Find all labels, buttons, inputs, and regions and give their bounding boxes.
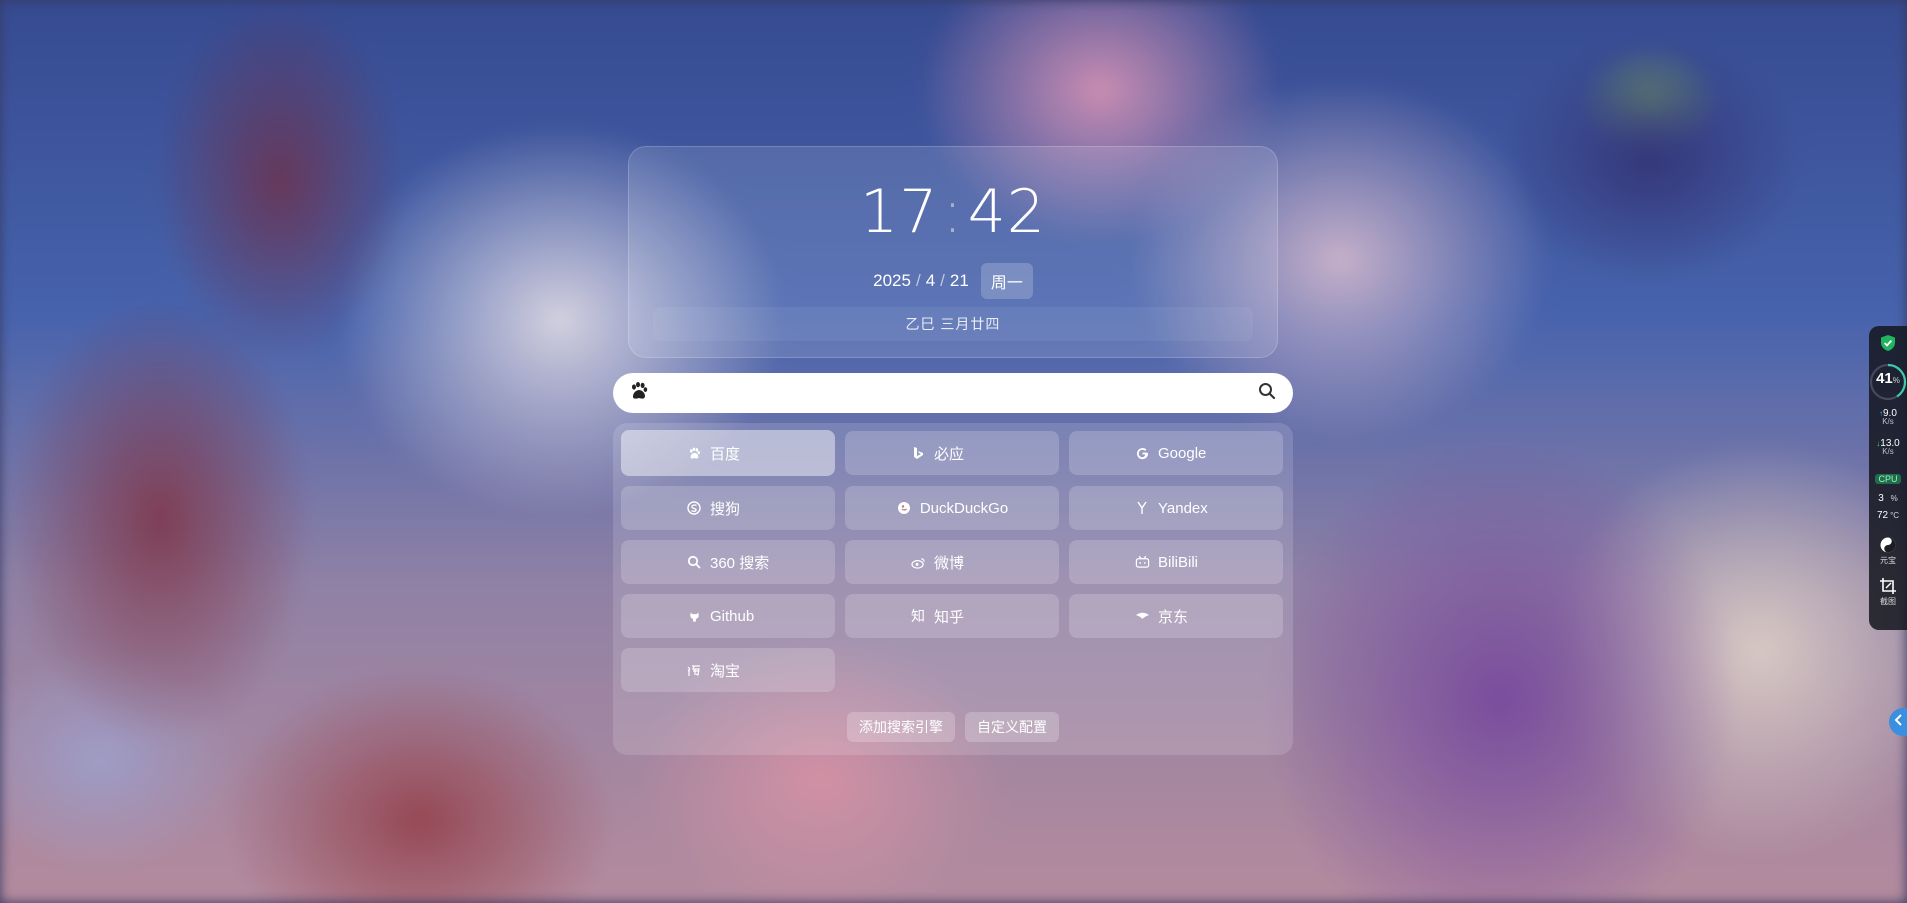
- search-bar: [613, 373, 1293, 413]
- engine-label: 知乎: [934, 608, 965, 626]
- screenshot-tool[interactable]: 截图: [1869, 577, 1907, 607]
- search-input[interactable]: [665, 373, 1241, 413]
- system-monitor-widget: 41% ↑9.0 K/s ↓13.0 K/s CPU 3 % 72 °C 元宝 截…: [1869, 326, 1907, 630]
- clock-minutes: 42: [967, 177, 1046, 247]
- engine-label: 京东: [1158, 608, 1189, 626]
- engine-taobao[interactable]: 淘宝: [621, 648, 835, 692]
- chevron-left-icon: [1893, 713, 1903, 732]
- screenshot-label: 截图: [1880, 597, 1896, 606]
- engine-360[interactable]: 360 搜索: [621, 540, 835, 584]
- engine-yandex[interactable]: Yandex: [1069, 486, 1283, 530]
- engine-label: DuckDuckGo: [919, 499, 1009, 517]
- engine-label: Google: [1158, 444, 1207, 462]
- memory-value: 41%: [1869, 370, 1907, 387]
- date-month: 4: [925, 271, 936, 290]
- date-day: 21: [949, 271, 969, 290]
- search-submit-button[interactable]: [1241, 373, 1293, 413]
- baidu-paw-icon: [686, 445, 702, 461]
- duckduckgo-icon: [896, 500, 912, 516]
- cpu-temp: 72 °C: [1869, 510, 1907, 521]
- engine-label: 必应: [934, 445, 965, 463]
- download-speed-unit: K/s: [1882, 447, 1894, 456]
- jd-icon: [1134, 608, 1150, 624]
- engine-label: 搜狗: [710, 500, 741, 518]
- engine-label: BiliBili: [1158, 553, 1199, 571]
- zhihu-icon: 知: [911, 609, 925, 625]
- panel-actions: 添加搜索引擎 自定义配置: [613, 712, 1293, 742]
- download-speed: ↓13.0 K/s: [1869, 438, 1907, 456]
- engine-label: 360 搜索: [710, 554, 770, 572]
- bing-icon: [910, 445, 926, 461]
- lunar-date: 乙巳 三月廿四: [653, 307, 1253, 341]
- engine-label: 微博: [934, 554, 965, 572]
- engine-zhihu[interactable]: 知 知乎: [845, 594, 1059, 638]
- security-shield-icon[interactable]: [1869, 334, 1907, 355]
- engine-bilibili[interactable]: BiliBili: [1069, 540, 1283, 584]
- sogou-icon: [686, 500, 702, 516]
- memory-percent: 41: [1876, 370, 1893, 387]
- google-icon: [1134, 445, 1150, 461]
- cpu-temp-unit: °C: [1890, 511, 1900, 520]
- cpu-label: CPU: [1869, 474, 1907, 485]
- date-text: 2025/4/21: [873, 271, 969, 291]
- engine-label: Yandex: [1158, 499, 1208, 517]
- engine-sogou[interactable]: 搜狗: [621, 486, 835, 530]
- engine-switch-button[interactable]: [613, 373, 665, 413]
- baidu-paw-icon: [629, 381, 649, 406]
- yuanbao-tool[interactable]: 元宝: [1869, 536, 1907, 566]
- engine-jd[interactable]: 京东: [1069, 594, 1283, 638]
- date-row: 2025/4/21 周一: [629, 263, 1277, 299]
- taobao-icon: [686, 662, 702, 678]
- memory-unit: %: [1892, 376, 1900, 385]
- engine-label: 百度: [710, 445, 741, 463]
- engine-duckduckgo[interactable]: DuckDuckGo: [845, 486, 1059, 530]
- weekday-badge: 周一: [980, 263, 1033, 299]
- date-year: 2025: [873, 271, 911, 290]
- upload-speed: ↑9.0 K/s: [1869, 408, 1907, 426]
- add-engine-button[interactable]: 添加搜索引擎: [847, 712, 955, 742]
- yandex-icon: [1134, 500, 1150, 516]
- clock-card: 17:42 2025/4/21 周一 乙巳 三月廿四: [628, 146, 1278, 358]
- date-separator: /: [915, 271, 921, 290]
- engine-weibo[interactable]: 微博: [845, 540, 1059, 584]
- github-icon: [686, 608, 702, 624]
- date-separator: /: [940, 271, 945, 290]
- clock-hours: 17: [860, 177, 939, 247]
- cpu-usage-unit: %: [1890, 494, 1898, 503]
- cpu-temp-value: 72: [1876, 510, 1889, 521]
- weibo-icon: [910, 554, 926, 570]
- clock-colon: :: [942, 177, 964, 247]
- cpu-usage-value: 3: [1878, 493, 1884, 504]
- engine-github[interactable]: Github: [621, 594, 835, 638]
- engine-baidu[interactable]: 百度: [621, 430, 835, 476]
- upload-speed-unit: K/s: [1882, 417, 1894, 426]
- yuanbao-label: 元宝: [1880, 556, 1896, 565]
- engine-panel: 百度 必应 Google 搜狗 DuckDuckGo Yandex 360 搜索…: [613, 423, 1293, 755]
- engine-label: Github: [710, 607, 755, 625]
- custom-config-button[interactable]: 自定义配置: [965, 712, 1059, 742]
- clock-time: 17:42: [629, 177, 1277, 247]
- search-icon: [1258, 382, 1276, 405]
- engine-grid: 百度 必应 Google 搜狗 DuckDuckGo Yandex 360 搜索…: [621, 430, 1283, 692]
- engine-google[interactable]: Google: [1069, 431, 1283, 475]
- cpu-usage: 3 %: [1869, 493, 1907, 504]
- engine-label: 淘宝: [710, 662, 741, 680]
- so360-icon: [686, 554, 702, 570]
- bilibili-icon: [1134, 554, 1150, 570]
- memory-gauge[interactable]: 41%: [1869, 360, 1907, 404]
- engine-bing[interactable]: 必应: [845, 431, 1059, 475]
